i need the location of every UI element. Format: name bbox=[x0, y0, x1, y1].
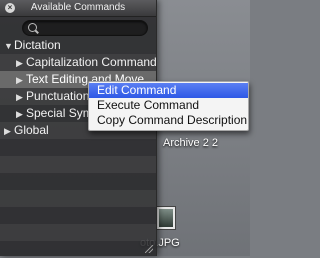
empty-row bbox=[0, 190, 156, 207]
commands-list[interactable]: ▼Dictation ▶ Capitalization Commands ▶ Text … bbox=[0, 37, 156, 256]
row-label: Punctuation bbox=[26, 89, 90, 103]
disclosure-collapsed-icon[interactable]: ▶ bbox=[16, 55, 26, 71]
command-group[interactable]: ▼Dictation bbox=[0, 37, 156, 54]
disclosure-collapsed-icon[interactable]: ▶ bbox=[16, 106, 26, 122]
row-label: Capitalization Commands bbox=[26, 55, 156, 69]
empty-row bbox=[0, 173, 156, 190]
search-field[interactable] bbox=[22, 20, 148, 36]
panel-title: Available Commands bbox=[30, 2, 126, 13]
empty-row bbox=[0, 207, 156, 224]
menu-item[interactable]: Edit Command bbox=[89, 83, 248, 98]
panel-titlebar[interactable]: × Available Commands bbox=[0, 0, 156, 17]
empty-row bbox=[0, 224, 156, 241]
menu-item[interactable]: Execute Command bbox=[89, 98, 248, 113]
menu-item[interactable]: Copy Command Description bbox=[89, 113, 248, 128]
context-menu: Edit Command Execute Command Copy Command … bbox=[88, 81, 249, 131]
row-label: Global bbox=[14, 123, 49, 137]
search-icon bbox=[28, 23, 37, 32]
disclosure-collapsed-icon[interactable]: ▶ bbox=[16, 89, 26, 105]
disclosure-collapsed-icon[interactable]: ▶ bbox=[4, 123, 14, 139]
archive-icon-label[interactable]: Archive 2 2 bbox=[163, 137, 218, 149]
row-label: Dictation bbox=[14, 38, 61, 52]
command-category[interactable]: ▶ Capitalization Commands bbox=[0, 54, 156, 71]
empty-row bbox=[0, 139, 156, 156]
empty-row bbox=[0, 156, 156, 173]
resize-grip[interactable] bbox=[145, 245, 153, 253]
disclosure-collapsed-icon[interactable]: ▶ bbox=[16, 72, 26, 88]
photo-file-icon[interactable] bbox=[156, 206, 176, 230]
empty-row bbox=[0, 241, 156, 258]
disclosure-expanded-icon[interactable]: ▼ bbox=[4, 38, 14, 54]
